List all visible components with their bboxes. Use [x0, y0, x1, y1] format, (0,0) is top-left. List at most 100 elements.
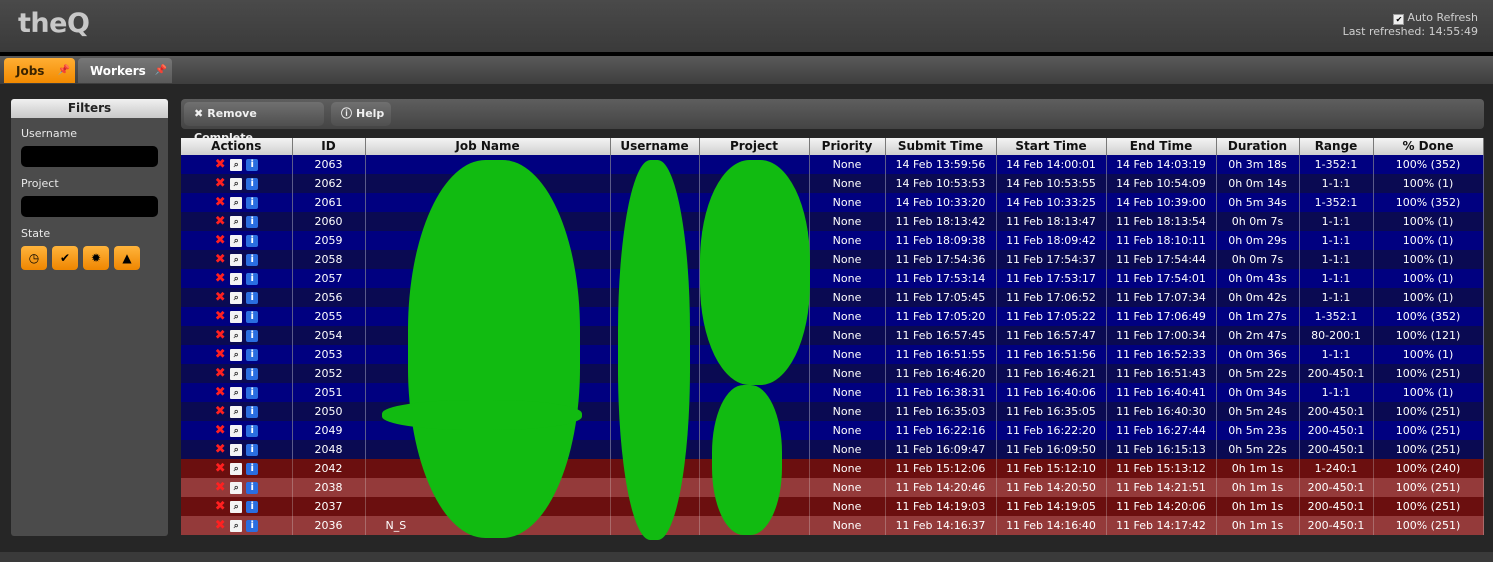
info-icon[interactable]: i	[246, 311, 259, 323]
table-row[interactable]: ✖ ⌕ i 2054 None 11 Feb 16:57:45 11 Feb 16:57:4…	[181, 326, 1484, 345]
delete-icon[interactable]: ✖	[214, 234, 226, 247]
info-icon[interactable]: i	[246, 159, 259, 171]
log-file-icon[interactable]: ⌕	[230, 349, 243, 361]
pin-icon[interactable]: 📌	[58, 58, 70, 84]
column-header-start-time[interactable]: Start Time	[996, 138, 1107, 155]
delete-icon[interactable]: ✖	[214, 253, 226, 266]
table-row[interactable]: ✖ ⌕ i 2037 None 11 Feb 14:19:03 11 Feb 14:19:0…	[181, 497, 1484, 516]
table-row[interactable]: ✖ ⌕ i 2052 None 11 Feb 16:46:20 11 Feb 16:46:2…	[181, 364, 1484, 383]
delete-icon[interactable]: ✖	[214, 443, 226, 456]
table-row[interactable]: ✖ ⌕ i 2053 None 11 Feb 16:51:55 11 Feb 16:51:5…	[181, 345, 1484, 364]
log-file-icon[interactable]: ⌕	[230, 425, 243, 437]
column-header-project[interactable]: Project	[699, 138, 810, 155]
table-row[interactable]: ✖ ⌕ i 2048 None 11 Feb 16:09:47 11 Feb 16:09:5…	[181, 440, 1484, 459]
log-file-icon[interactable]: ⌕	[230, 273, 243, 285]
delete-icon[interactable]: ✖	[214, 291, 226, 304]
info-icon[interactable]: i	[246, 444, 259, 456]
log-file-icon[interactable]: ⌕	[230, 330, 243, 342]
tab-workers[interactable]: Workers 📌	[78, 58, 172, 83]
info-icon[interactable]: i	[246, 254, 259, 266]
delete-icon[interactable]: ✖	[214, 519, 226, 532]
remove-complete-button[interactable]: ✖Remove Complete	[184, 102, 324, 144]
column-header-username[interactable]: Username	[610, 138, 700, 155]
column-header-end-time[interactable]: End Time	[1106, 138, 1217, 155]
help-button[interactable]: ⓘ Help	[331, 102, 391, 126]
table-row[interactable]: ✖ ⌕ i 2056 None 11 Feb 17:05:45 11 Feb 17:06:5…	[181, 288, 1484, 307]
auto-refresh-label[interactable]: Auto Refresh	[1407, 11, 1478, 24]
info-icon[interactable]: i	[246, 292, 259, 304]
table-row[interactable]: ✖ ⌕ i 2049 None 11 Feb 16:22:16 11 Feb 16:22:2…	[181, 421, 1484, 440]
info-icon[interactable]: i	[246, 349, 259, 361]
delete-icon[interactable]: ✖	[214, 386, 226, 399]
info-icon[interactable]: i	[246, 273, 259, 285]
table-row[interactable]: ✖ ⌕ i 2042 None 11 Feb 15:12:06 11 Feb 15:12:1…	[181, 459, 1484, 478]
table-row[interactable]: ✖ ⌕ i 2036 N_S None 11 Feb 14:16:37 11 Feb 14:1…	[181, 516, 1484, 535]
column-header-actions[interactable]: Actions	[181, 138, 293, 155]
delete-icon[interactable]: ✖	[214, 158, 226, 171]
info-icon[interactable]: i	[246, 330, 259, 342]
info-icon[interactable]: i	[246, 482, 259, 494]
state-running-button[interactable]: ✹	[83, 246, 109, 270]
table-row[interactable]: ✖ ⌕ i 2061 None 14 Feb 10:33:20 14 Feb 10:33:2…	[181, 193, 1484, 212]
delete-icon[interactable]: ✖	[214, 481, 226, 494]
column-header-submit-time[interactable]: Submit Time	[885, 138, 997, 155]
log-file-icon[interactable]: ⌕	[230, 387, 243, 399]
delete-icon[interactable]: ✖	[214, 500, 226, 513]
log-file-icon[interactable]: ⌕	[230, 216, 243, 228]
info-icon[interactable]: i	[246, 425, 259, 437]
log-file-icon[interactable]: ⌕	[230, 501, 243, 513]
state-queued-button[interactable]: ◷	[21, 246, 47, 270]
delete-icon[interactable]: ✖	[214, 177, 226, 190]
info-icon[interactable]: i	[246, 216, 259, 228]
table-row[interactable]: ✖ ⌕ i 2058 None 11 Feb 17:54:36 11 Feb 17:54:3…	[181, 250, 1484, 269]
column-header-done[interactable]: % Done	[1373, 138, 1484, 155]
delete-icon[interactable]: ✖	[214, 424, 226, 437]
log-file-icon[interactable]: ⌕	[230, 254, 243, 266]
delete-icon[interactable]: ✖	[214, 462, 226, 475]
info-icon[interactable]: i	[246, 406, 259, 418]
username-filter-input[interactable]	[21, 146, 158, 167]
table-row[interactable]: ✖ ⌕ i 2057 None 11 Feb 17:53:14 11 Feb 17:53:1…	[181, 269, 1484, 288]
column-header-priority[interactable]: Priority	[809, 138, 886, 155]
column-header-job-name[interactable]: Job Name	[365, 138, 611, 155]
auto-refresh-checkbox[interactable]: ✔	[1393, 14, 1405, 25]
info-icon[interactable]: i	[246, 520, 259, 532]
log-file-icon[interactable]: ⌕	[230, 311, 243, 323]
state-error-button[interactable]: ▲	[114, 246, 140, 270]
table-row[interactable]: ✖ ⌕ i 2038 None 11 Feb 14:20:46 11 Feb 14:20:5…	[181, 478, 1484, 497]
state-complete-button[interactable]: ✔	[52, 246, 78, 270]
log-file-icon[interactable]: ⌕	[230, 406, 243, 418]
info-icon[interactable]: i	[246, 178, 259, 190]
delete-icon[interactable]: ✖	[214, 272, 226, 285]
table-row[interactable]: ✖ ⌕ i 2059 None 11 Feb 18:09:38 11 Feb 18:09:4…	[181, 231, 1484, 250]
log-file-icon[interactable]: ⌕	[230, 482, 243, 494]
log-file-icon[interactable]: ⌕	[230, 463, 243, 475]
delete-icon[interactable]: ✖	[214, 310, 226, 323]
info-icon[interactable]: i	[246, 235, 259, 247]
log-file-icon[interactable]: ⌕	[230, 292, 243, 304]
info-icon[interactable]: i	[246, 387, 259, 399]
table-row[interactable]: ✖ ⌕ i 2050 None 11 Feb 16:35:03 11 Feb 16:35:0…	[181, 402, 1484, 421]
delete-icon[interactable]: ✖	[214, 215, 226, 228]
project-filter-input[interactable]	[21, 196, 158, 217]
tab-jobs[interactable]: Jobs 📌	[4, 58, 75, 83]
delete-icon[interactable]: ✖	[214, 405, 226, 418]
info-icon[interactable]: i	[246, 463, 259, 475]
log-file-icon[interactable]: ⌕	[230, 444, 243, 456]
table-row[interactable]: ✖ ⌕ i 2055 None 11 Feb 17:05:20 11 Feb 17:05:2…	[181, 307, 1484, 326]
log-file-icon[interactable]: ⌕	[230, 159, 243, 171]
info-icon[interactable]: i	[246, 197, 259, 209]
table-row[interactable]: ✖ ⌕ i 2062 None 14 Feb 10:53:53 14 Feb 10:53:5…	[181, 174, 1484, 193]
pin-icon[interactable]: 📌	[155, 58, 167, 84]
log-file-icon[interactable]: ⌕	[230, 178, 243, 190]
table-row[interactable]: ✖ ⌕ i 2063 None 14 Feb 13:59:56 14 Feb 14:00:0…	[181, 155, 1484, 174]
delete-icon[interactable]: ✖	[214, 196, 226, 209]
delete-icon[interactable]: ✖	[214, 348, 226, 361]
info-icon[interactable]: i	[246, 501, 259, 513]
table-row[interactable]: ✖ ⌕ i 2051 None 11 Feb 16:38:31 11 Feb 16:40:0…	[181, 383, 1484, 402]
delete-icon[interactable]: ✖	[214, 367, 226, 380]
log-file-icon[interactable]: ⌕	[230, 235, 243, 247]
column-header-duration[interactable]: Duration	[1216, 138, 1300, 155]
delete-icon[interactable]: ✖	[214, 329, 226, 342]
log-file-icon[interactable]: ⌕	[230, 197, 243, 209]
